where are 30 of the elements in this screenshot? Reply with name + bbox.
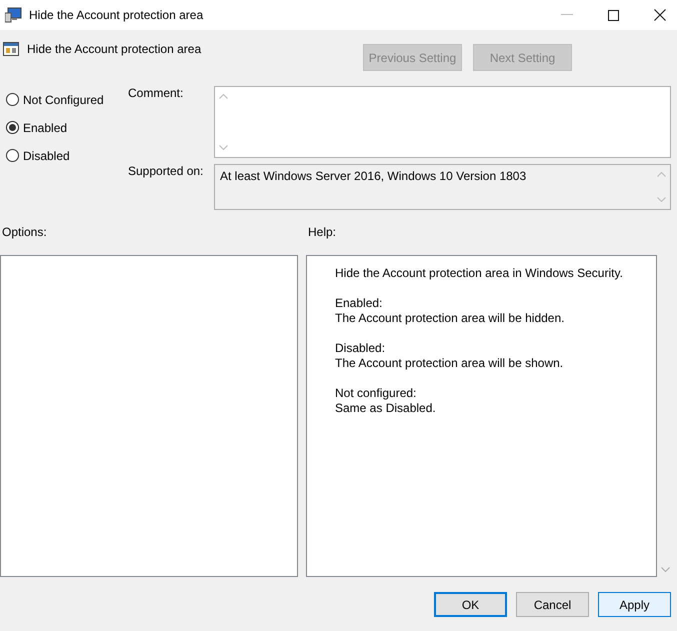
comment-field[interactable]	[214, 86, 671, 158]
radio-button[interactable]: Not Configured	[6, 90, 104, 109]
dialog-button[interactable]: Cancel	[516, 592, 589, 617]
maximize-icon[interactable]	[608, 10, 619, 20]
close-icon[interactable]	[654, 9, 666, 21]
field-label: Supported on:	[128, 164, 204, 180]
field-label: Comment:	[128, 86, 184, 102]
supported-on-field: At least Windows Server 2016, Windows 10 Version 1803	[214, 164, 671, 210]
scroll-down-icon	[661, 567, 670, 572]
scroll-down-icon	[219, 145, 228, 150]
section-label: Options:	[2, 225, 48, 239]
radio-indicator[interactable]	[6, 93, 19, 106]
setting-title: Hide the Account protection area	[27, 42, 202, 56]
radio-button[interactable]: Disabled	[6, 146, 70, 165]
radio-indicator[interactable]	[6, 149, 19, 162]
policy-icon	[3, 41, 19, 57]
radio-indicator[interactable]	[6, 121, 19, 134]
dialog-button[interactable]: Apply	[598, 592, 671, 617]
computer-icon	[5, 7, 23, 23]
window-title: Hide the Account protection area	[29, 8, 204, 22]
help-text: Not configured: Same as Disabled.	[335, 386, 437, 416]
help-text: Hide the Account protection area in Windows Security.	[335, 266, 624, 281]
section-label: Help:	[308, 225, 336, 239]
scroll-down-icon	[657, 197, 666, 202]
help-text: Enabled: The Account protection area will be hidden.	[335, 296, 566, 326]
scroll-up-icon	[657, 172, 666, 177]
dialog-button[interactable]: OK	[434, 592, 507, 617]
help-text: Disabled: The Account protection area will be shown.	[335, 341, 564, 371]
scroll-up-icon	[219, 94, 228, 99]
radio-button[interactable]: Enabled	[6, 118, 68, 137]
